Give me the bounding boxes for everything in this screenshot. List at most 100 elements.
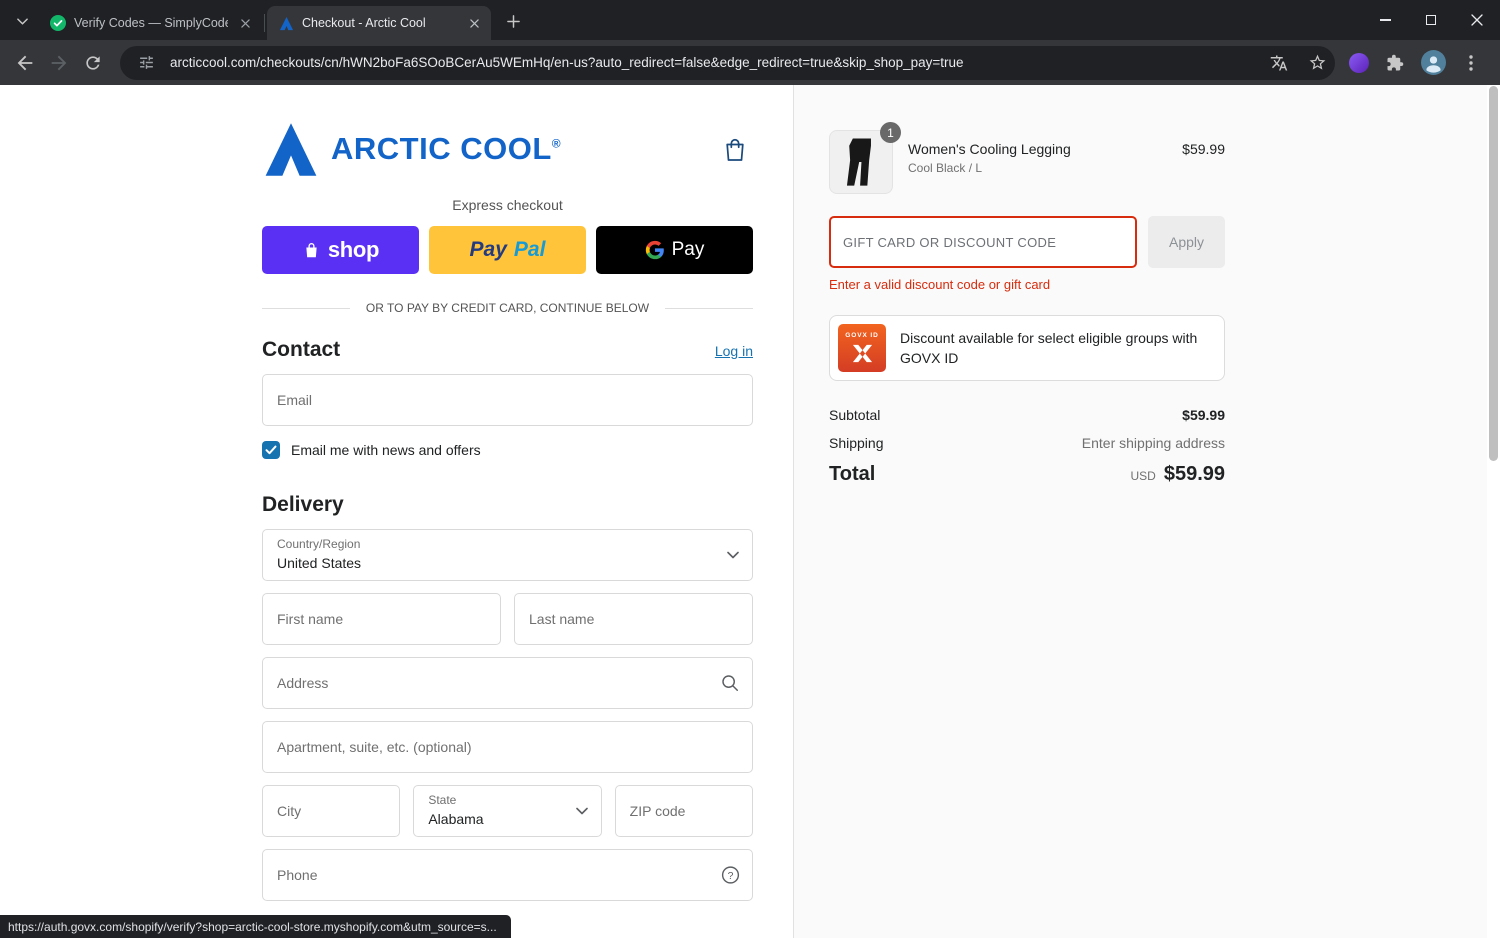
govx-banner-text: Discount available for select eligible g… xyxy=(900,329,1198,366)
arctic-cool-logo-icon xyxy=(265,122,317,176)
brand-name: ARCTIC COOL xyxy=(331,131,552,166)
totals-section: Subtotal $59.99 Shipping Enter shipping … xyxy=(829,407,1225,486)
minimize-button[interactable] xyxy=(1362,0,1408,40)
credit-card-divider: OR TO PAY BY CREDIT CARD, CONTINUE BELOW xyxy=(262,301,754,315)
country-value: United States xyxy=(277,554,362,571)
window-controls xyxy=(1362,0,1500,40)
cart-line-item: 1 Women's Cooling Legging $59.99 Cool Bl… xyxy=(829,122,1225,194)
contact-heading: Contact xyxy=(262,338,341,361)
check-icon xyxy=(265,445,277,455)
search-icon xyxy=(720,673,740,693)
divider-text: OR TO PAY BY CREDIT CARD, CONTINUE BELOW xyxy=(365,301,650,315)
new-tab-button[interactable] xyxy=(499,7,527,35)
tab-close-icon[interactable] xyxy=(465,14,483,32)
shop-pay-label: shop xyxy=(327,237,380,262)
product-thumbnail: 1 xyxy=(829,122,901,194)
store-logo[interactable]: ARCTIC COOL® xyxy=(262,122,562,176)
state-select[interactable]: State Alabama xyxy=(413,785,602,837)
registered-mark: ® xyxy=(551,136,562,151)
tab-simplycodes[interactable]: Verify Codes — SimplyCodes xyxy=(38,6,262,40)
state-label: State xyxy=(428,793,457,807)
simplycodes-extension-icon[interactable] xyxy=(1349,52,1369,73)
phone-field[interactable] xyxy=(262,849,753,901)
svg-text:?: ? xyxy=(728,871,734,882)
zip-code-field[interactable] xyxy=(614,785,753,837)
subtotal-value: $59.99 xyxy=(1182,407,1225,423)
discount-code-field[interactable] xyxy=(829,216,1137,268)
order-summary: 1 Women's Cooling Legging $59.99 Cool Bl… xyxy=(793,85,1500,938)
tab-title: Checkout - Arctic Cool xyxy=(302,16,426,30)
google-pay-label: Pay xyxy=(671,239,705,260)
profile-avatar[interactable] xyxy=(1421,50,1446,75)
arctic-cool-favicon-icon xyxy=(279,16,294,31)
cart-icon[interactable] xyxy=(717,131,753,167)
back-button[interactable] xyxy=(8,46,42,80)
shipping-value: Enter shipping address xyxy=(1081,435,1225,451)
paypal-wordmark-pay: Pay xyxy=(469,238,507,261)
bookmark-star-icon[interactable] xyxy=(1303,49,1331,77)
login-link[interactable]: Log in xyxy=(715,343,753,359)
maximize-button[interactable] xyxy=(1408,0,1454,40)
express-checkout-title: Express checkout xyxy=(452,197,563,213)
link-preview-status-bar: https://auth.govx.com/shopify/verify?sho… xyxy=(0,915,511,938)
tab-strip: Verify Codes — SimplyCodes Checkout - Ar… xyxy=(0,0,1500,40)
govx-discount-banner[interactable]: GOVX ID Discount available for select el… xyxy=(829,315,1225,381)
quantity-badge: 1 xyxy=(880,122,901,143)
apartment-field[interactable] xyxy=(262,721,753,773)
status-link-text: https://auth.govx.com/shopify/verify?sho… xyxy=(8,919,497,934)
menu-kebab-icon[interactable] xyxy=(1458,50,1484,76)
leggings-image xyxy=(846,138,871,186)
translate-icon[interactable] xyxy=(1265,49,1293,77)
express-checkout-buttons: shop Pay Pal Pay xyxy=(262,226,753,274)
city-field[interactable] xyxy=(262,785,401,837)
newsletter-label: Email me with news and offers xyxy=(291,442,481,458)
chevron-down-icon xyxy=(727,551,739,559)
address-bar[interactable]: arcticcool.com/checkouts/cn/hWN2boFa6SOo… xyxy=(120,45,1335,80)
delivery-heading: Delivery xyxy=(262,493,344,516)
total-label: Total xyxy=(829,463,876,485)
divider-line xyxy=(665,307,754,309)
checkout-main: ARCTIC COOL® Express checkout shop Pay Pa… xyxy=(0,85,793,938)
tab-checkout-arctic-cool[interactable]: Checkout - Arctic Cool xyxy=(267,6,491,40)
country-select[interactable]: Country/Region United States xyxy=(262,529,753,581)
extensions-puzzle-icon[interactable] xyxy=(1381,49,1409,77)
checkout-header: ARCTIC COOL® xyxy=(262,118,753,180)
tab-title: Verify Codes — SimplyCodes xyxy=(74,16,228,30)
google-pay-button[interactable]: Pay xyxy=(596,226,753,274)
forward-button[interactable] xyxy=(42,46,76,80)
divider-line xyxy=(262,307,350,309)
product-name: Women's Cooling Legging xyxy=(908,141,1071,157)
first-name-field[interactable] xyxy=(262,593,501,645)
shipping-label: Shipping xyxy=(829,435,884,451)
reload-button[interactable] xyxy=(76,46,110,80)
product-price: $59.99 xyxy=(1182,141,1225,157)
email-field[interactable] xyxy=(262,374,753,426)
simplycodes-favicon-icon xyxy=(50,15,66,31)
tab-separator xyxy=(264,14,265,32)
page-scrollbar[interactable] xyxy=(1487,85,1500,938)
google-g-icon xyxy=(645,240,664,260)
chevron-down-icon xyxy=(575,807,588,815)
country-label: Country/Region xyxy=(277,537,361,551)
apply-discount-button[interactable]: Apply xyxy=(1148,216,1225,268)
shop-bag-icon xyxy=(306,242,317,257)
close-window-button[interactable] xyxy=(1454,0,1500,40)
help-circle-icon[interactable]: ? xyxy=(721,866,740,885)
shop-pay-button[interactable]: shop xyxy=(262,226,419,274)
subtotal-label: Subtotal xyxy=(829,407,881,423)
site-info-icon[interactable] xyxy=(132,49,160,77)
last-name-field[interactable] xyxy=(514,593,753,645)
address-field[interactable] xyxy=(262,657,753,709)
tab-close-icon[interactable] xyxy=(236,14,254,32)
checkout-page: ARCTIC COOL® Express checkout shop Pay Pa… xyxy=(0,85,1500,938)
newsletter-checkbox[interactable] xyxy=(262,441,280,459)
tab-search-chevron-icon[interactable] xyxy=(8,7,36,35)
total-currency: USD xyxy=(1130,469,1156,483)
paypal-wordmark-pal: Pal xyxy=(513,238,546,261)
url-text[interactable]: arcticcool.com/checkouts/cn/hWN2boFa6SOo… xyxy=(170,55,1255,70)
paypal-button[interactable]: Pay Pal xyxy=(429,226,586,274)
product-variant: Cool Black / L xyxy=(908,161,983,175)
scrollbar-thumb[interactable] xyxy=(1489,86,1498,461)
govx-logo-text: GOVX ID xyxy=(845,331,879,339)
browser-toolbar: arcticcool.com/checkouts/cn/hWN2boFa6SOo… xyxy=(0,40,1500,85)
